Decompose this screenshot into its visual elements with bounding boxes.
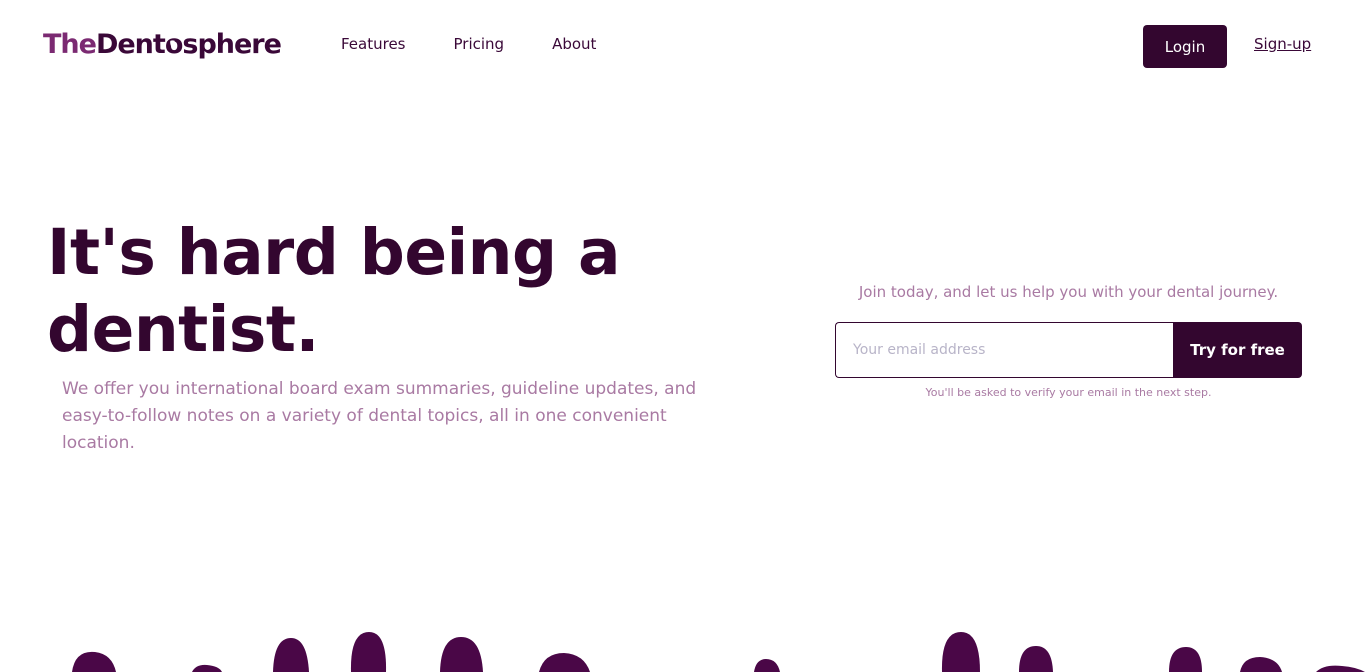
- email-signup-form: Try for free: [835, 322, 1302, 378]
- main-nav: Features Pricing About: [341, 34, 596, 54]
- join-tagline: Join today, and let us help you with you…: [858, 283, 1279, 301]
- nav-features-link[interactable]: Features: [341, 34, 406, 54]
- tooth-shape: [350, 632, 387, 672]
- hero-title: It's hard being a dentist.: [47, 216, 621, 366]
- tooth-shape: [72, 651, 116, 672]
- tooth-shape: [1240, 657, 1282, 672]
- brand-logo-sphere: sphere: [182, 29, 282, 60]
- hero-subtitle: We offer you international board exam su…: [62, 379, 697, 453]
- brand-logo-the: The: [43, 29, 97, 60]
- brand-logo-dent: Dent: [95, 29, 166, 60]
- try-for-free-button[interactable]: Try for free: [1173, 322, 1302, 378]
- tooth-shape: [273, 638, 309, 672]
- nav-pricing-link[interactable]: Pricing: [454, 34, 505, 54]
- tooth-shape: [440, 637, 483, 672]
- login-button[interactable]: Login: [1143, 25, 1227, 68]
- nav-about-link[interactable]: About: [552, 34, 596, 54]
- verify-email-note: You'll be asked to verify your email in …: [925, 386, 1212, 399]
- tooth-shape: [539, 653, 590, 672]
- tooth-shape: [754, 659, 780, 672]
- tooth-shape: [1169, 647, 1202, 672]
- teeth-silhouette: [72, 632, 1365, 672]
- brand-logo-o: o: [164, 29, 184, 60]
- signup-link[interactable]: Sign-up: [1254, 34, 1311, 54]
- tooth-shape: [941, 632, 980, 672]
- tooth-shape: [1316, 665, 1365, 672]
- tooth-shape: [1019, 646, 1053, 672]
- brand-logo[interactable]: TheDento sphere: [43, 27, 282, 63]
- email-input[interactable]: [835, 322, 1173, 378]
- tooth-shape: [192, 664, 222, 672]
- tooth-icon: [169, 40, 175, 47]
